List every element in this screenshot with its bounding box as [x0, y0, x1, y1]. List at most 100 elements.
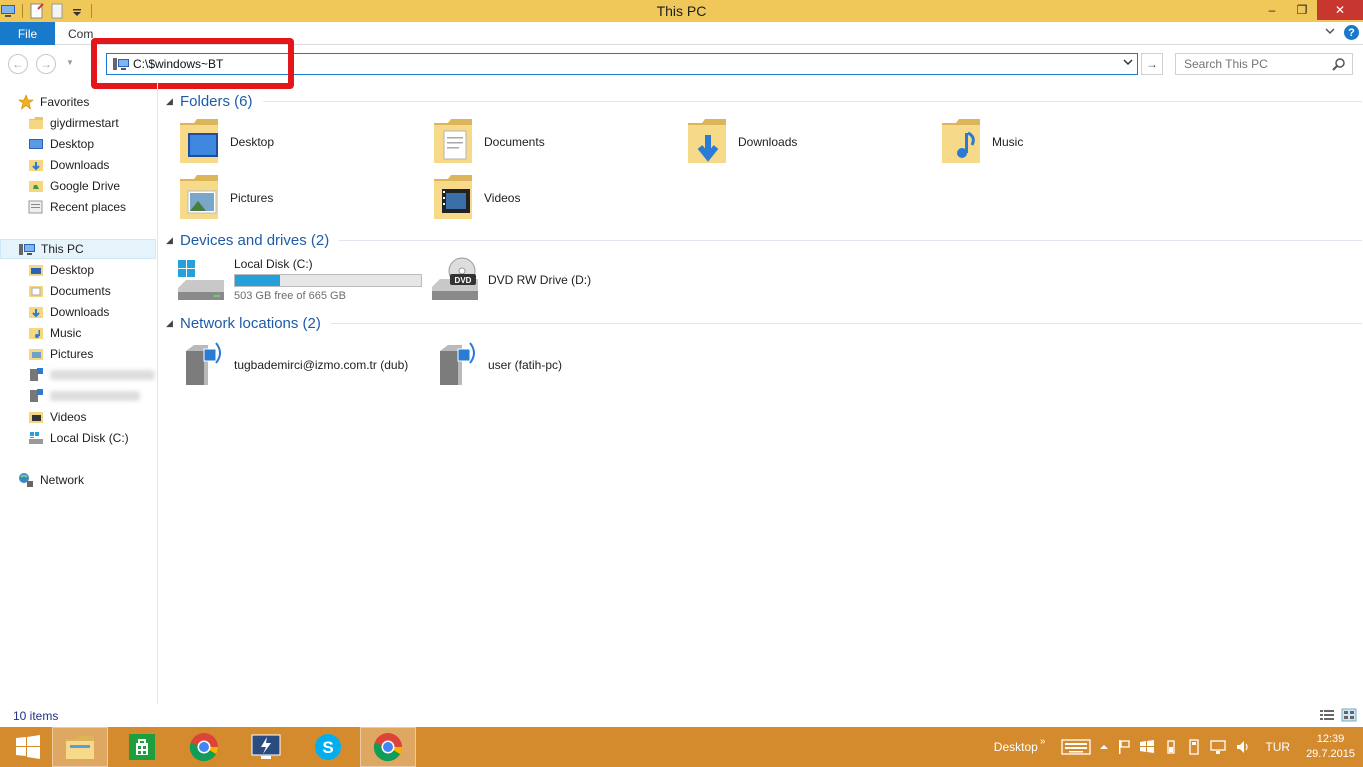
power-plug-icon[interactable] — [1163, 739, 1179, 755]
file-tab[interactable]: File — [0, 22, 55, 45]
recent-locations-dropdown[interactable]: ▼ — [66, 58, 74, 67]
group-divider — [262, 101, 1362, 102]
folder-label: Videos — [484, 191, 521, 205]
svg-text:S: S — [322, 738, 333, 757]
minimize-button[interactable]: – — [1257, 0, 1287, 20]
sidebar-item-pictures[interactable]: Pictures — [28, 344, 93, 364]
details-view-icon[interactable] — [1319, 708, 1335, 725]
search-box[interactable] — [1175, 53, 1353, 75]
navigation-row: ← → ▼ C:\$windows~BT → — [0, 45, 1363, 83]
collapse-chevron-icon[interactable]: ◢ — [166, 318, 180, 329]
address-path[interactable]: C:\$windows~BT — [133, 57, 223, 71]
start-button[interactable] — [0, 727, 56, 767]
folder-tile-pictures[interactable]: Pictures — [178, 173, 273, 223]
sidebar-item-music[interactable]: Music — [28, 323, 81, 343]
taskbar-chrome[interactable] — [176, 727, 232, 767]
sidebar-item-google-drive[interactable]: Google Drive — [28, 176, 120, 196]
network-location-tile-2[interactable]: user (fatih-pc) — [436, 341, 562, 389]
sidebar-item-local-disk[interactable]: Local Disk (C:) — [28, 428, 129, 448]
sidebar-item-documents[interactable]: Documents — [28, 281, 111, 301]
sidebar-item-this-pc[interactable]: This PC — [0, 239, 156, 259]
sidebar-item-downloads[interactable]: Downloads — [28, 155, 109, 175]
volume-icon[interactable] — [1235, 739, 1251, 755]
taskbar-store[interactable] — [114, 727, 170, 767]
desktop-toolbar-label[interactable]: Desktop — [994, 740, 1038, 754]
sidebar-item-network[interactable]: Network — [18, 470, 84, 490]
folder-tile-downloads[interactable]: Downloads — [686, 117, 797, 167]
network-drive-icon — [28, 388, 44, 404]
disk-free-text: 503 GB free of 665 GB — [234, 290, 346, 302]
network-group-header[interactable]: ◢ Network locations (2) — [166, 315, 1362, 332]
toolbar-overflow-chevron[interactable]: » — [1040, 736, 1046, 747]
folder-tile-desktop[interactable]: Desktop — [178, 117, 274, 167]
collapse-chevron-icon[interactable]: ◢ — [166, 96, 180, 107]
usb-device-icon[interactable] — [1187, 739, 1201, 755]
drive-tile-local-disk[interactable]: Local Disk (C:) 503 GB free of 665 GB — [176, 257, 422, 302]
chevron-down-icon[interactable] — [1123, 57, 1133, 70]
clock[interactable]: 12:39 29.7.2015 — [1306, 732, 1355, 762]
drive-label: DVD RW Drive (D:) — [488, 273, 592, 287]
windows-tray-icon[interactable] — [1139, 739, 1155, 755]
help-icon[interactable]: ? — [1344, 25, 1359, 40]
sidebar-item-favorites[interactable]: Favorites — [18, 92, 89, 112]
devices-group-header[interactable]: ◢ Devices and drives (2) — [166, 232, 1362, 249]
show-hidden-icons[interactable] — [1099, 742, 1109, 752]
this-pc-icon — [19, 241, 35, 257]
content-pane: ◢ Folders (6) Desktop Documents Download… — [160, 83, 1363, 704]
videos-folder-icon — [28, 409, 44, 425]
this-pc-icon — [112, 57, 130, 74]
search-input[interactable] — [1176, 54, 1326, 74]
music-folder-icon — [942, 119, 980, 163]
drive-tile-dvd[interactable]: DVD DVD RW Drive (D:) — [430, 257, 591, 303]
sidebar-item-downloads[interactable]: Downloads — [28, 302, 109, 322]
folder-label: Documents — [484, 135, 545, 149]
taskbar-chrome-active[interactable] — [360, 727, 416, 767]
folder-tile-documents[interactable]: Documents — [432, 117, 545, 167]
documents-folder-icon — [28, 283, 44, 299]
group-label: Network locations (2) — [180, 315, 321, 332]
star-icon — [18, 94, 34, 110]
local-disk-icon — [28, 430, 44, 446]
search-icon[interactable] — [1332, 57, 1346, 74]
collapse-chevron-icon[interactable]: ◢ — [166, 235, 180, 246]
forward-button[interactable]: → — [36, 54, 56, 74]
folder-icon — [28, 115, 44, 131]
action-center-flag-icon[interactable] — [1117, 739, 1131, 755]
redacted-label — [50, 370, 155, 380]
sidebar-item-label: Documents — [50, 284, 111, 298]
taskbar-skype[interactable]: S — [300, 727, 356, 767]
disk-info: Local Disk (C:) 503 GB free of 665 GB — [234, 257, 422, 302]
sidebar-item-label: Desktop — [50, 137, 95, 151]
large-icons-view-icon[interactable] — [1341, 708, 1357, 725]
folder-tile-music[interactable]: Music — [940, 117, 1023, 167]
folder-label: Music — [992, 135, 1024, 149]
view-buttons — [1319, 708, 1357, 725]
sidebar-item-videos[interactable]: Videos — [28, 407, 86, 427]
folder-tile-videos[interactable]: Videos — [432, 173, 520, 223]
back-button[interactable]: ← — [8, 54, 28, 74]
touch-keyboard-icon[interactable] — [1061, 739, 1092, 755]
folder-label: Desktop — [230, 135, 275, 149]
sidebar-item-label: Network — [40, 473, 85, 487]
chevron-down-icon[interactable] — [1324, 25, 1336, 40]
folders-group-header[interactable]: ◢ Folders (6) — [166, 93, 1362, 110]
sidebar-item-network-drive-2[interactable] — [28, 386, 140, 406]
downloads-folder-icon — [28, 157, 44, 173]
maximize-button[interactable]: ❐ — [1287, 0, 1317, 20]
input-language[interactable]: TUR — [1265, 740, 1290, 754]
go-button[interactable]: → — [1141, 53, 1163, 75]
taskbar-file-explorer[interactable] — [52, 727, 108, 767]
sidebar-item-recent-places[interactable]: Recent places — [28, 197, 126, 217]
network-tray-icon[interactable] — [1209, 739, 1227, 755]
close-button[interactable]: ✕ — [1317, 0, 1363, 20]
computer-tab[interactable]: Com — [68, 27, 93, 41]
sidebar-item-desktop[interactable]: Desktop — [28, 260, 94, 280]
address-bar[interactable]: C:\$windows~BT — [106, 53, 1138, 75]
network-drive-icon — [440, 342, 475, 385]
network-location-tile-1[interactable]: tugbademirci@izmo.com.tr (dub) — [182, 341, 408, 389]
sidebar-item-giydirmestart[interactable]: giydirmestart — [28, 113, 119, 133]
chrome-icon — [373, 733, 402, 762]
sidebar-item-desktop[interactable]: Desktop — [28, 134, 94, 154]
taskbar-remote-desktop[interactable] — [238, 727, 294, 767]
sidebar-item-network-drive-1[interactable] — [28, 365, 155, 385]
